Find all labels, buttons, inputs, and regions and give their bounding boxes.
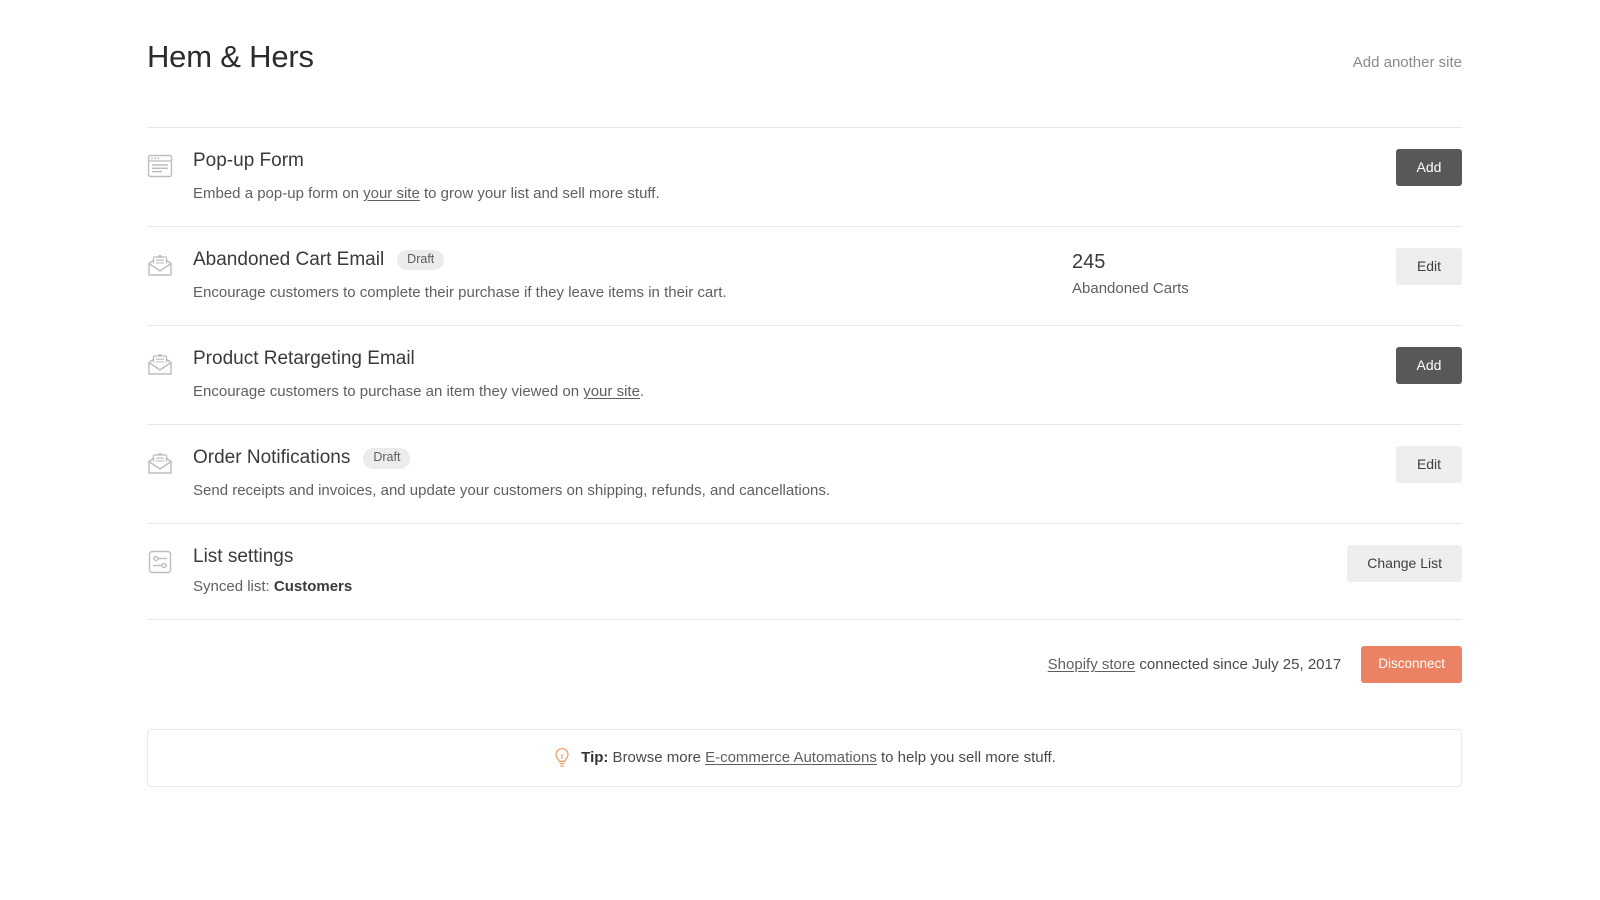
row-description: Encourage customers to purchase an item … — [193, 380, 833, 404]
row-title-line: Order Notifications Draft — [193, 446, 1324, 470]
status-badge: Draft — [363, 447, 411, 469]
app-page: Hem & Hers Add another site Pop-up Form … — [0, 0, 1600, 900]
desc-text-before: Encourage customers to purchase an item … — [193, 383, 584, 401]
synced-list-prefix: Synced list: — [193, 578, 274, 596]
sliders-icon — [147, 549, 175, 575]
tip-middle: Browse more — [608, 749, 706, 767]
table-row: Pop-up Form Embed a pop-up form on your … — [147, 128, 1462, 228]
connection-status-row: Shopify store connected since July 25, 2… — [147, 620, 1462, 683]
edit-order-notifications-button[interactable]: Edit — [1396, 446, 1462, 484]
add-another-site-link[interactable]: Add another site — [1353, 54, 1462, 71]
tip-suffix: to help you sell more stuff. — [876, 749, 1056, 767]
row-title: List settings — [193, 546, 294, 568]
lightbulb-icon — [553, 747, 571, 769]
add-product-retargeting-email-button[interactable]: Add — [1396, 347, 1462, 385]
shopify-store-link[interactable]: Shopify store — [1048, 656, 1136, 673]
row-title-line: Pop-up Form — [193, 149, 1324, 173]
desc-text-after: to grow your list and sell more stuff. — [419, 184, 660, 202]
synced-list-value: Customers — [273, 578, 353, 596]
row-content: Pop-up Form Embed a pop-up form on your … — [193, 149, 1342, 206]
page-header: Hem & Hers Add another site — [147, 0, 1462, 75]
connection-since-text: connected since July 25, 2017 — [1135, 656, 1342, 674]
popup-form-icon — [147, 153, 175, 179]
tip-text: Tip: Browse more E-commerce Automations … — [581, 749, 1056, 766]
row-title: Pop-up Form — [193, 150, 304, 172]
row-title: Order Notifications — [193, 447, 351, 469]
synced-list-text: Synced list: Customers — [193, 575, 833, 599]
tip-prefix: Tip: — [581, 749, 609, 767]
row-action: Edit — [1342, 446, 1462, 484]
row-stat: 245 Abandoned Carts — [1072, 248, 1342, 299]
row-description: Send receipts and invoices, and update y… — [193, 482, 831, 500]
row-content: Order Notifications Draft Send receipts … — [193, 446, 1342, 503]
row-action: Add — [1342, 347, 1462, 385]
change-list-button[interactable]: Change List — [1347, 545, 1462, 583]
row-title: Abandoned Cart Email — [193, 249, 385, 271]
desc-text-before: Embed a pop-up form on — [193, 184, 364, 202]
connection-status-text: Shopify store connected since July 25, 2… — [1048, 656, 1342, 673]
stat-label: Abandoned Carts — [1072, 280, 1189, 298]
row-content: Abandoned Cart Email Draft Encourage cus… — [193, 248, 1072, 305]
table-row: Product Retargeting Email Encourage cust… — [147, 326, 1462, 426]
integration-rows: Pop-up Form Embed a pop-up form on your … — [147, 127, 1462, 621]
desc-text-after: . — [639, 383, 645, 401]
table-row: Order Notifications Draft Send receipts … — [147, 425, 1462, 525]
table-row: List settings Synced list: Customers Cha… — [147, 524, 1462, 621]
email-icon — [147, 252, 175, 278]
page-title: Hem & Hers — [147, 39, 314, 74]
row-title: Product Retargeting Email — [193, 348, 415, 370]
your-site-link[interactable]: your site — [583, 383, 640, 400]
email-icon — [147, 450, 175, 476]
status-badge: Draft — [397, 249, 445, 271]
row-action: Edit — [1342, 248, 1462, 286]
stat-value: 245 — [1072, 251, 1106, 274]
row-title-line: Abandoned Cart Email Draft — [193, 248, 1054, 272]
disconnect-button[interactable]: Disconnect — [1361, 646, 1462, 683]
add-popup-form-button[interactable]: Add — [1396, 149, 1462, 187]
row-action: Change List — [1342, 545, 1462, 583]
row-description: Embed a pop-up form on your site to grow… — [193, 182, 833, 206]
row-title-line: List settings — [193, 545, 1324, 569]
row-title-line: Product Retargeting Email — [193, 347, 1324, 371]
ecommerce-automations-link[interactable]: E-commerce Automations — [705, 749, 877, 766]
edit-abandoned-cart-email-button[interactable]: Edit — [1396, 248, 1462, 286]
email-icon — [147, 351, 175, 377]
table-row: Abandoned Cart Email Draft Encourage cus… — [147, 227, 1462, 327]
row-content: Product Retargeting Email Encourage cust… — [193, 347, 1342, 404]
row-description: Encourage customers to complete their pu… — [193, 283, 727, 301]
row-action: Add — [1342, 149, 1462, 187]
your-site-link[interactable]: your site — [363, 185, 420, 202]
row-content: List settings Synced list: Customers — [193, 545, 1342, 599]
content-container: Hem & Hers Add another site Pop-up Form … — [147, 0, 1462, 787]
tip-bar: Tip: Browse more E-commerce Automations … — [147, 728, 1462, 787]
